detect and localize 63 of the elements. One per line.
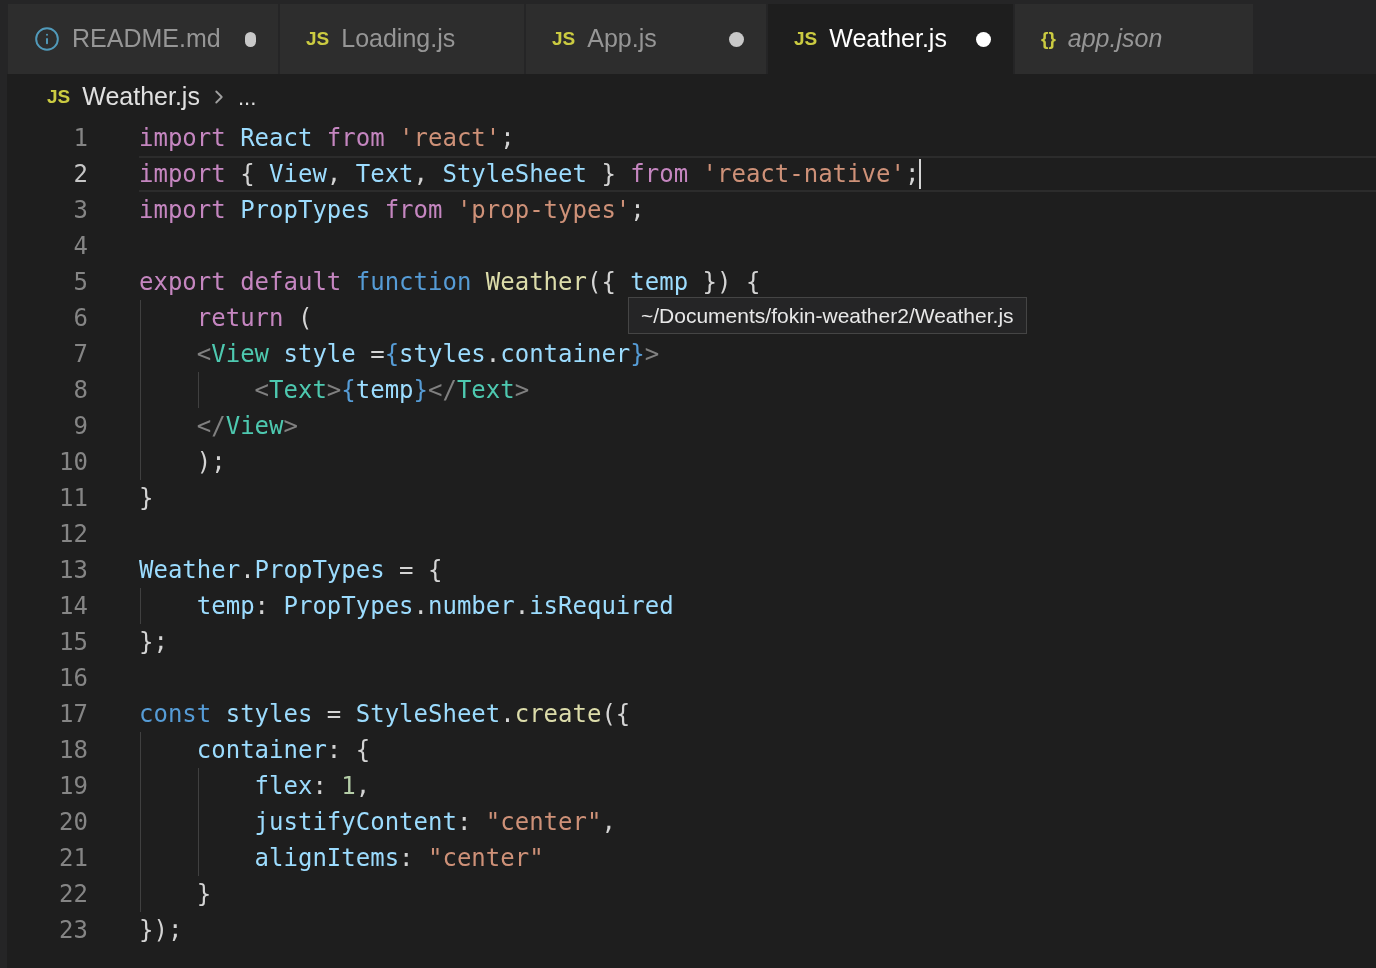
file-type-icon: JS [306,24,330,54]
code-line: const styles = StyleSheet.create({ [139,699,631,730]
line-number: 10 [58,447,88,478]
editor-tab[interactable]: README.md [8,4,278,74]
line-number: 11 [58,483,88,514]
line-number: 7 [72,339,88,370]
line-number: 6 [72,303,88,334]
code-line: temp: PropTypes.number.isRequired [195,591,674,622]
line-number: 19 [58,771,88,802]
tab-label: Weather.js [829,23,947,55]
code-line: alignItems: "center" [253,843,544,874]
breadcrumb-item[interactable]: ... [237,80,257,114]
line-number: 21 [58,843,88,874]
line-number: 2 [72,159,88,190]
line-number: 1 [72,123,88,154]
editor-tab[interactable]: JS Loading.js [280,4,524,74]
line-number: 3 [72,195,88,226]
code-line: container: { [195,735,371,766]
code-line: <Text>{temp}</Text> [253,375,530,406]
line-number: 20 [58,807,88,838]
code-line: import { View, Text, StyleSheet } from 'react-native'; [139,159,920,190]
line-number: 13 [58,555,88,586]
code-line: export default function Weather({ temp }) { [139,267,761,298]
line-number: 12 [58,519,88,550]
code-line: ); [195,447,226,478]
file-type-icon: JS [47,82,71,112]
info-icon [34,26,60,52]
code-line: import PropTypes from 'prop-types'; [139,195,645,226]
line-number: 23 [58,915,88,946]
line-number: 5 [72,267,88,298]
line-number: 22 [58,879,88,910]
editor-tab[interactable]: JS Weather.js [768,4,1013,74]
line-number: 9 [72,411,88,442]
tab-label: Loading.js [341,23,456,55]
code-line: Weather.PropTypes = { [139,555,443,586]
code-line: import React from 'react'; [139,123,515,154]
file-type-icon: JS [552,24,576,54]
line-number: 15 [58,627,88,658]
path-tooltip: ~/Documents/fokin-weather2/Weather.js [628,297,1027,334]
line-number: 8 [72,375,88,406]
code-line: flex: 1, [253,771,371,802]
editor-tab[interactable]: JS App.js [526,4,766,74]
text-cursor [919,159,922,189]
code-line: return ( [195,303,313,334]
line-number: 18 [58,735,88,766]
file-type-icon: {} [1041,24,1056,54]
tab-label: app.json [1067,23,1163,55]
code-line: <View style ={styles.container}> [195,339,660,370]
code-line: }); [139,915,183,946]
tab-label: README.md [72,23,221,55]
editor-tab[interactable]: {} app.json [1015,4,1253,74]
line-number: 4 [72,231,88,262]
code-line: }; [139,627,168,658]
code-line: justifyContent: "center", [253,807,616,838]
breadcrumb-item[interactable]: Weather.js [82,78,200,116]
line-number: 14 [58,591,88,622]
tab-label: App.js [587,23,657,55]
line-number: 17 [58,699,88,730]
line-number: 16 [58,663,88,694]
code-line: } [195,879,212,910]
code-line: </View> [195,411,298,442]
file-type-icon: JS [794,24,818,54]
code-line: } [139,483,154,514]
